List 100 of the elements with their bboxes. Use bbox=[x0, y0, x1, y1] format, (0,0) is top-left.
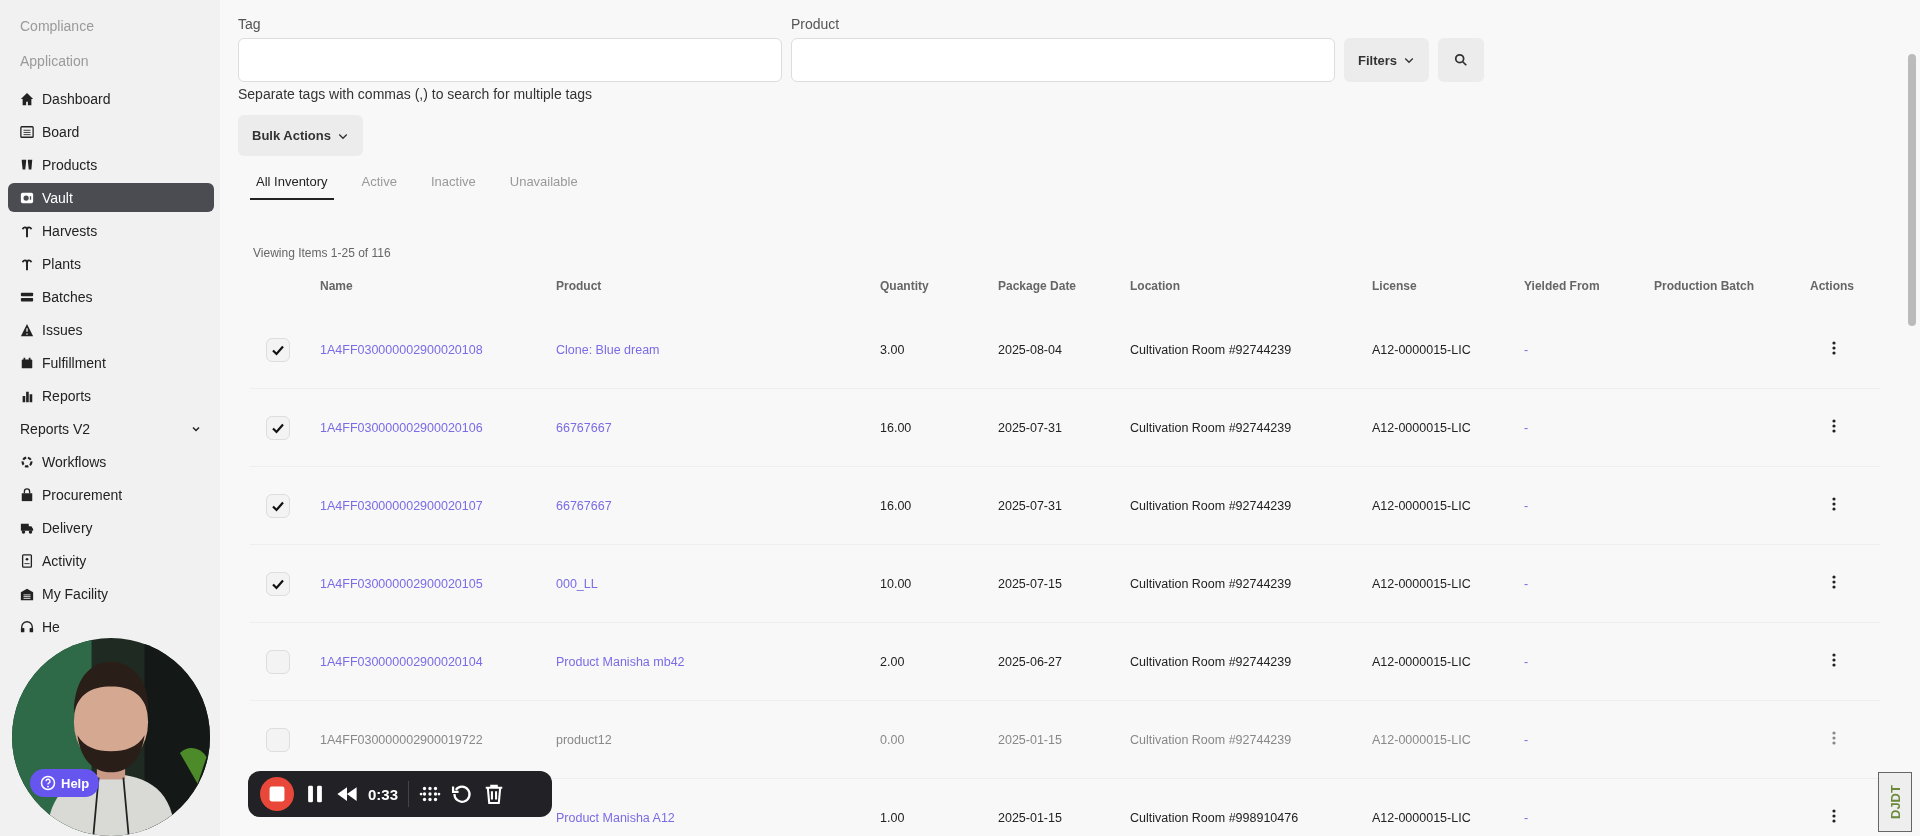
sidebar-item[interactable]: Workflows bbox=[8, 447, 214, 476]
sidebar-item[interactable]: Reports V2 bbox=[8, 414, 214, 443]
table-cell: 2025-08-04 bbox=[998, 342, 1062, 357]
item-count: Viewing Items 1-25 of 116 bbox=[253, 246, 391, 260]
product-field[interactable] bbox=[791, 38, 1335, 82]
table-link[interactable]: 1A4FF030000002900020104 bbox=[320, 654, 483, 669]
checkbox[interactable] bbox=[266, 571, 290, 596]
checkbox[interactable] bbox=[266, 337, 290, 362]
sidebar-item[interactable]: Vault bbox=[8, 183, 214, 212]
table-link[interactable]: 1A4FF030000002900020108 bbox=[320, 342, 483, 357]
table-link[interactable]: Product Manisha A12 bbox=[556, 810, 675, 825]
bag-icon bbox=[20, 487, 34, 502]
search-button[interactable] bbox=[1438, 38, 1484, 82]
sidebar-item[interactable]: Dashboard bbox=[8, 84, 214, 113]
table-cell: A12-0000015-LIC bbox=[1372, 732, 1471, 747]
table-cell: Cultivation Room #92744239 bbox=[1130, 576, 1292, 591]
table-link[interactable]: 1A4FF030000002900020107 bbox=[320, 498, 483, 513]
checkbox[interactable] bbox=[266, 493, 290, 518]
column-header: Yielded From bbox=[1524, 279, 1601, 293]
table-cell: Cultivation Room #92744239 bbox=[1130, 654, 1292, 669]
sidebar-item[interactable]: Fulfillment bbox=[8, 348, 214, 377]
kebab-menu-icon[interactable] bbox=[1832, 419, 1836, 433]
table-cell: 2025-07-31 bbox=[998, 420, 1062, 435]
table-cell: Cultivation Room #998910476 bbox=[1130, 810, 1299, 825]
table-cell: - bbox=[1524, 810, 1529, 825]
tag-field[interactable] bbox=[238, 38, 782, 82]
table-cell: - bbox=[1524, 498, 1529, 513]
home-icon bbox=[20, 91, 34, 106]
sidebar-item[interactable]: Batches bbox=[8, 282, 214, 311]
sidebar-item[interactable]: Harvests bbox=[8, 216, 214, 245]
sidebar-item[interactable]: My Facility bbox=[8, 579, 214, 608]
kebab-menu-icon[interactable] bbox=[1832, 341, 1836, 355]
table-cell: 16.00 bbox=[880, 498, 912, 513]
sidebar-item[interactable]: Reports bbox=[8, 381, 214, 410]
table-link[interactable]: 1A4FF030000002900020105 bbox=[320, 576, 483, 591]
column-header: Production Batch bbox=[1654, 279, 1755, 293]
hint-text: Separate tags with commas (,) to search for multiple tags bbox=[238, 86, 593, 102]
help-button[interactable]: Help bbox=[30, 769, 100, 797]
section-label: Application bbox=[19, 52, 90, 71]
kebab-menu-icon[interactable] bbox=[1832, 575, 1836, 589]
bulk-actions-button[interactable]: Bulk Actions bbox=[238, 115, 363, 156]
table-cell: Cultivation Room #92744239 bbox=[1130, 732, 1292, 747]
safe-icon bbox=[20, 190, 34, 205]
search-icon bbox=[1454, 53, 1468, 67]
table-cell: 3.00 bbox=[880, 342, 905, 357]
kebab-menu-icon[interactable] bbox=[1832, 497, 1836, 511]
table-cell: 1.00 bbox=[880, 810, 905, 825]
warning-icon bbox=[20, 322, 34, 337]
table-cell: 10.00 bbox=[880, 576, 912, 591]
table-cell: A12-0000015-LIC bbox=[1372, 810, 1471, 825]
table-link[interactable]: Clone: Blue dream bbox=[556, 342, 660, 357]
filters-button[interactable]: Filters bbox=[1344, 38, 1429, 82]
table-cell: - bbox=[1524, 342, 1529, 357]
table-cell: 2025-01-15 bbox=[998, 810, 1062, 825]
table-link[interactable]: Product Manisha mb42 bbox=[556, 654, 685, 669]
table-cell: Cultivation Room #92744239 bbox=[1130, 498, 1292, 513]
column-header: Quantity bbox=[880, 279, 930, 293]
headset-icon bbox=[20, 619, 34, 634]
table-cell: - bbox=[1524, 576, 1529, 591]
column-header: License bbox=[1372, 279, 1418, 293]
checkbox[interactable] bbox=[266, 415, 290, 440]
table-cell: A12-0000015-LIC bbox=[1372, 576, 1471, 591]
scrollbar[interactable] bbox=[1908, 54, 1916, 326]
table-cell: 2025-07-15 bbox=[998, 576, 1062, 591]
column-header: Product bbox=[556, 279, 603, 293]
checkbox[interactable] bbox=[266, 727, 290, 752]
table-cell: 2025-07-31 bbox=[998, 498, 1062, 513]
checkbox[interactable] bbox=[266, 649, 290, 674]
cycle-icon bbox=[20, 454, 34, 469]
table-cell: Cultivation Room #92744239 bbox=[1130, 420, 1292, 435]
sidebar-item[interactable]: Issues bbox=[8, 315, 214, 344]
table-cell: A12-0000015-LIC bbox=[1372, 342, 1471, 357]
kebab-menu-icon[interactable] bbox=[1832, 653, 1836, 667]
table-link[interactable]: 000_LL bbox=[556, 576, 598, 591]
reset-icon[interactable] bbox=[451, 783, 474, 805]
table-link[interactable]: 66767667 bbox=[556, 498, 612, 513]
sidebar-item[interactable]: Plants bbox=[8, 249, 214, 278]
column-header: Package Date bbox=[998, 279, 1078, 293]
table-cell: 16.00 bbox=[880, 420, 912, 435]
help-icon bbox=[40, 775, 56, 791]
sidebar-item[interactable]: Products bbox=[8, 150, 214, 179]
stop-icon[interactable] bbox=[260, 777, 294, 811]
field-label: Product bbox=[791, 16, 841, 34]
sidebar-item[interactable]: Activity bbox=[8, 546, 214, 575]
table-cell: Cultivation Room #92744239 bbox=[1130, 342, 1292, 357]
table-cell: 0.00 bbox=[880, 732, 905, 747]
table-cell: 2025-06-27 bbox=[998, 654, 1062, 669]
tab[interactable]: All Inventory bbox=[250, 164, 334, 200]
sidebar-item[interactable]: Board bbox=[8, 117, 214, 146]
table-cell: 2025-01-15 bbox=[998, 732, 1062, 747]
sidebar-item[interactable]: He bbox=[8, 612, 214, 641]
sidebar-item[interactable]: Delivery bbox=[8, 513, 214, 542]
table-link[interactable]: 66767667 bbox=[556, 420, 612, 435]
table-cell: A12-0000015-LIC bbox=[1372, 498, 1471, 513]
section-label: Compliance bbox=[19, 17, 95, 36]
kebab-menu-icon[interactable] bbox=[1832, 809, 1836, 823]
sidebar-item[interactable]: Procurement bbox=[8, 480, 214, 509]
table-cell: - bbox=[1524, 654, 1529, 669]
table-cell: A12-0000015-LIC bbox=[1372, 654, 1471, 669]
table-link[interactable]: 1A4FF030000002900020106 bbox=[320, 420, 483, 435]
